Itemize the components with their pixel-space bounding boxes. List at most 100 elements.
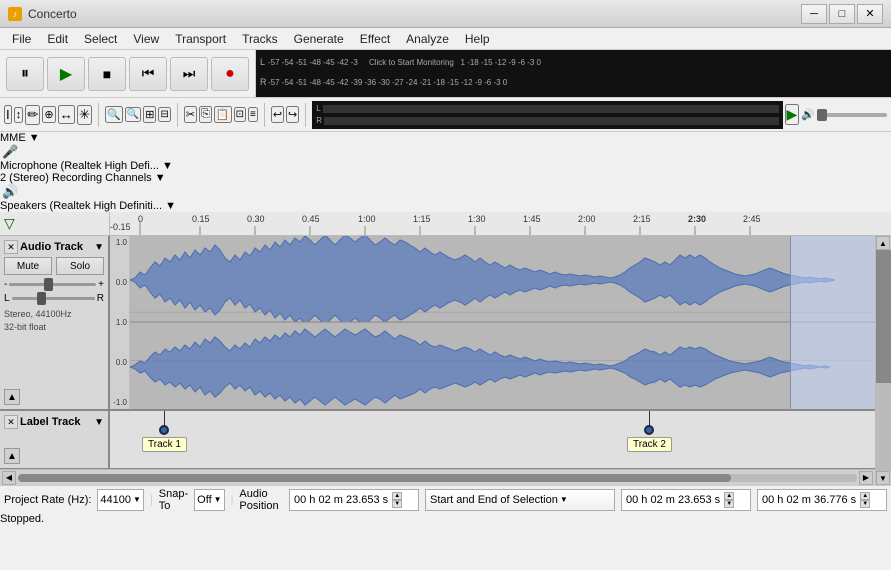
menu-generate[interactable]: Generate [286,30,352,48]
zoom-fit-btn[interactable]: ⊞ [143,106,156,123]
zoom-out-btn[interactable]: 🔍 [125,107,141,122]
minimize-button[interactable]: ─ [801,4,827,24]
hscrollbar[interactable]: ◀ ▶ [0,469,875,485]
label-track-menu[interactable]: ▼ [94,417,104,428]
zoom-sel-btn[interactable]: ⊟ [158,107,170,122]
trim-btn[interactable]: ⊡ [234,107,246,122]
audio-track-close[interactable]: ✕ [4,240,18,254]
copy-btn[interactable]: ⎘ [199,106,212,123]
track-info: Stereo, 44100Hz32-bit float [4,308,104,333]
hscroll-left[interactable]: ◀ [2,471,16,485]
gain-max: + [98,279,104,290]
redo-btn[interactable]: ↪ [286,106,299,123]
hscroll-thumb[interactable] [18,474,731,482]
menu-edit[interactable]: Edit [39,30,76,48]
gain-slider[interactable] [9,283,96,286]
waveform-area[interactable]: 1.0 0.0 1.0 0.0 -1.0 [110,236,875,409]
sel-start-down[interactable]: ▼ [724,500,734,508]
vscroll-track[interactable] [876,250,891,471]
marker-2-dot[interactable] [644,425,654,435]
main-area: ✕ Audio Track ▼ Mute Solo - + [0,236,891,485]
sel-end-spin: ▲ ▼ [860,492,870,508]
maximize-button[interactable]: □ [829,4,855,24]
tool-zoom[interactable]: ⊕ [42,106,55,123]
record-button[interactable]: ● [211,57,249,91]
sel-end-up[interactable]: ▲ [860,492,870,500]
tool-draw[interactable]: ✏ [25,105,40,125]
project-rate-select[interactable]: 44100 ▼ [97,489,144,511]
sel-end-input[interactable]: 00 h 02 m 36.776 s ▲ ▼ [757,489,887,511]
gain-thumb[interactable] [44,278,53,291]
selection-type-dropdown[interactable]: Start and End of Selection ▼ [425,489,615,511]
speaker-device-icon: 🔊 [2,184,18,199]
menu-view[interactable]: View [125,30,167,48]
vscroll-thumb[interactable] [876,250,891,383]
zoom-in-btn[interactable]: 🔍 [105,106,123,123]
sel-end-down[interactable]: ▼ [860,500,870,508]
menu-analyze[interactable]: Analyze [398,30,457,48]
tool-timeshift[interactable]: ↔ [58,105,75,124]
pan-slider[interactable] [12,297,95,300]
marker-1-dot[interactable] [159,425,169,435]
tool-multi[interactable]: ✳ [77,105,92,125]
channels-dropdown[interactable]: 2 (Stereo) Recording Channels ▼ [0,172,200,184]
tool-select[interactable]: I [4,105,12,124]
ruler-scale: -0.15 0 0.15 0.30 0.45 1:00 1:15 1:30 1:… [110,212,875,235]
label-track2: Track 2 [627,437,672,452]
label-area[interactable]: Track 1 Track 2 [110,411,875,468]
sel-start-input[interactable]: 00 h 02 m 23.653 s ▲ ▼ [621,489,751,511]
scale-top2: 1.0 [110,318,129,327]
sep2 [177,103,178,127]
api-dropdown[interactable]: MME ▼ [0,132,891,144]
label-track-close[interactable]: ✕ [4,415,18,429]
ruler-svg: -0.15 0 0.15 0.30 0.45 1:00 1:15 1:30 1:… [110,212,875,235]
vscroll-down[interactable]: ▼ [876,471,890,485]
sel-start-up[interactable]: ▲ [724,492,734,500]
output-dropdown[interactable]: Speakers (Realtek High Definiti... ▼ [0,200,891,212]
vscroll-up[interactable]: ▲ [876,236,890,250]
ruler-triangle[interactable]: ▽ [4,215,15,232]
audio-pos-down[interactable]: ▼ [392,500,402,508]
svg-text:1:00: 1:00 [358,214,376,224]
solo-button[interactable]: Solo [56,257,104,275]
audio-pos-up[interactable]: ▲ [392,492,402,500]
snap-to-select[interactable]: Off ▼ [194,489,224,511]
menu-file[interactable]: File [4,30,39,48]
menu-select[interactable]: Select [76,30,125,48]
track-expand-btn[interactable]: ▲ [4,389,20,405]
tool-envelope[interactable]: ↕ [14,107,24,123]
hscroll-track[interactable] [18,474,857,482]
api-arrow: ▼ [29,132,40,144]
stop-button[interactable]: ■ [88,57,126,91]
label-track: ✕ Label Track ▼ ▲ Track 1 [0,411,875,469]
undo-btn[interactable]: ↩ [271,106,284,123]
audio-track-menu[interactable]: ▼ [94,242,104,253]
paste-btn[interactable]: 📋 [214,106,232,123]
meter-play-btn[interactable]: ▶ [785,104,800,125]
mute-button[interactable]: Mute [4,257,52,275]
skip-back-button[interactable]: ⏮ [129,57,167,91]
skip-fwd-button[interactable]: ⏭ [170,57,208,91]
menu-tracks[interactable]: Tracks [234,30,286,48]
menu-help[interactable]: Help [457,30,498,48]
pause-button[interactable]: ⏸ [6,57,44,91]
sep-bottom-1: | [150,494,153,506]
pan-thumb[interactable] [37,292,46,305]
volume-thumb[interactable] [817,109,827,121]
volume-slider[interactable] [817,113,887,117]
status-bar: Stopped. [0,513,891,525]
cut-btn[interactable]: ✂ [184,106,197,123]
audio-pos-value: 00 h 02 m 23.653 s [294,494,388,506]
meter-scale-bot: -57 -54 -51 -48 -45 -42 -39 -36 -30 -27 … [268,78,507,87]
hscroll-right[interactable]: ▶ [859,471,873,485]
close-button[interactable]: ✕ [857,4,883,24]
label-expand-btn[interactable]: ▲ [4,448,20,464]
mic-dropdown[interactable]: Microphone (Realtek High Defi... ▼ [0,160,220,172]
menu-transport[interactable]: Transport [167,30,234,48]
silence-btn[interactable]: ≡ [248,107,258,122]
play-button[interactable]: ▶ [47,57,85,91]
menu-effect[interactable]: Effect [352,30,398,48]
audio-position-input[interactable]: 00 h 02 m 23.653 s ▲ ▼ [289,489,419,511]
play-meter[interactable]: L R [312,101,782,129]
svg-text:0.45: 0.45 [302,214,320,224]
